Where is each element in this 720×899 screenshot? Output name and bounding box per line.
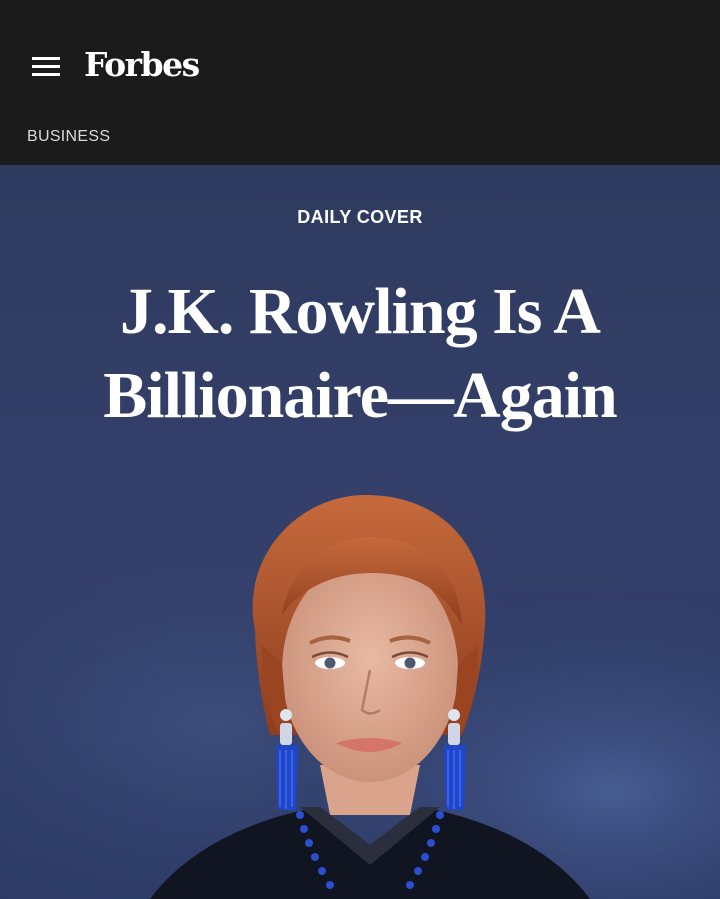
hero-cover: DAILY COVER J.K. Rowling Is A Billionair… — [0, 165, 720, 899]
site-header: Forbes BUSINESS — [0, 0, 720, 165]
section-link-business[interactable]: BUSINESS — [27, 128, 110, 146]
kicker-label[interactable]: DAILY COVER — [0, 207, 720, 228]
article-headline[interactable]: J.K. Rowling Is A Billionaire—Again — [40, 270, 680, 438]
hamburger-menu-icon[interactable] — [28, 52, 64, 82]
portrait-photo — [0, 465, 720, 899]
forbes-logo[interactable]: Forbes — [84, 40, 200, 90]
